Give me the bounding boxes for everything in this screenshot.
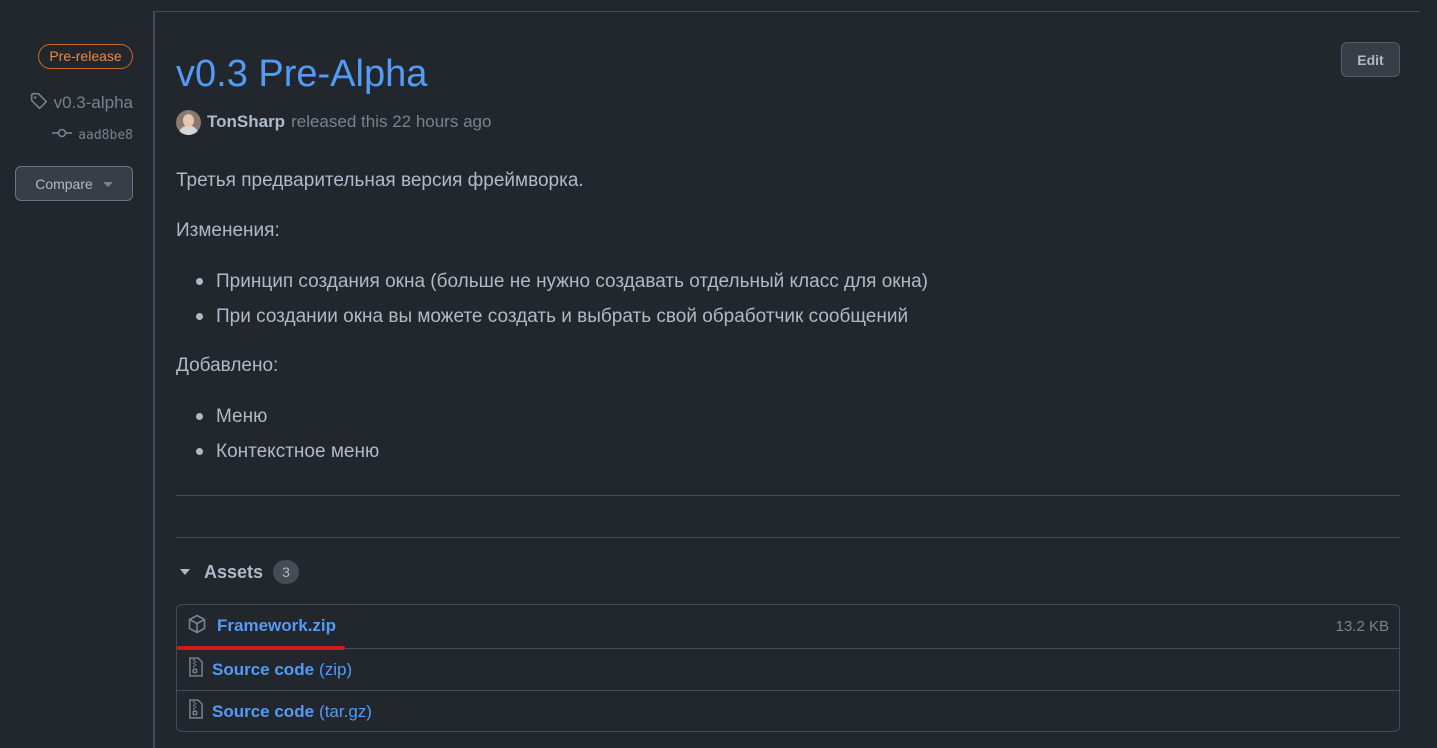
asset-size: 13.2 KB [1335, 617, 1389, 635]
avatar-face [183, 113, 194, 127]
asset-row: Framework.zip 13.2 KB [177, 605, 1399, 647]
changes-list: Принцип создания окна (больше не нужно с… [196, 264, 928, 334]
list-item: Принцип создания окна (больше не нужно с… [196, 264, 928, 299]
assets-count-badge: 3 [273, 560, 300, 584]
release-page: Pre-release v0.3-alpha aad8be8 Compare v… [0, 0, 1437, 748]
edit-button[interactable]: Edit [1341, 42, 1400, 77]
timeline-divider [153, 11, 155, 748]
added-heading: Добавлено: [176, 355, 279, 376]
top-divider [153, 11, 1420, 12]
asset-link[interactable]: Source code [212, 660, 314, 680]
list-item: Контекстное меню [196, 434, 379, 469]
asset-row: Source code (tar.gz) [177, 690, 1399, 732]
avatar[interactable] [176, 109, 201, 135]
red-underline-annotation [177, 646, 345, 650]
release-title[interactable]: v0.3 Pre-Alpha [176, 50, 427, 98]
tag-name: v0.3-alpha [53, 93, 133, 112]
package-icon [177, 614, 207, 639]
tag-link[interactable]: v0.3-alpha [30, 92, 133, 114]
assets-list: Framework.zip 13.2 KB Source code (zip) [176, 604, 1400, 732]
changes-heading: Изменения: [176, 220, 280, 241]
assets-toggle[interactable]: Assets 3 [180, 560, 300, 584]
file-zip-icon [177, 699, 204, 724]
assets-label: Assets [204, 561, 264, 582]
commit-icon [52, 126, 73, 144]
release-intro: Третья предварительная версия фреймворка… [176, 170, 584, 191]
author-link[interactable]: TonSharp [207, 112, 285, 132]
asset-row: Source code (zip) [177, 648, 1399, 690]
tag-icon [30, 92, 48, 115]
release-author-row: TonSharp released this 22 hours ago [176, 108, 491, 136]
compare-button[interactable]: Compare [15, 166, 133, 201]
compare-label: Compare [35, 175, 93, 192]
commit-link[interactable]: aad8be8 [52, 125, 133, 145]
asset-link[interactable]: Source code [212, 702, 314, 722]
divider [176, 495, 1400, 496]
list-item: Меню [196, 399, 379, 434]
released-time: released this 22 hours ago [291, 112, 492, 131]
triangle-down-icon [180, 569, 190, 575]
asset-ext[interactable]: (zip) [319, 660, 352, 680]
added-list: Меню Контекстное меню [196, 399, 379, 469]
prerelease-badge: Pre-release [38, 44, 133, 69]
file-zip-icon [177, 657, 204, 682]
avatar-shirt [179, 125, 198, 135]
asset-link[interactable]: Framework.zip [217, 616, 336, 636]
asset-ext[interactable]: (tar.gz) [319, 702, 372, 722]
caret-down-icon [102, 182, 113, 187]
commit-sha: aad8be8 [78, 127, 133, 143]
list-item: При создании окна вы можете создать и вы… [196, 299, 928, 334]
divider [176, 537, 1400, 538]
